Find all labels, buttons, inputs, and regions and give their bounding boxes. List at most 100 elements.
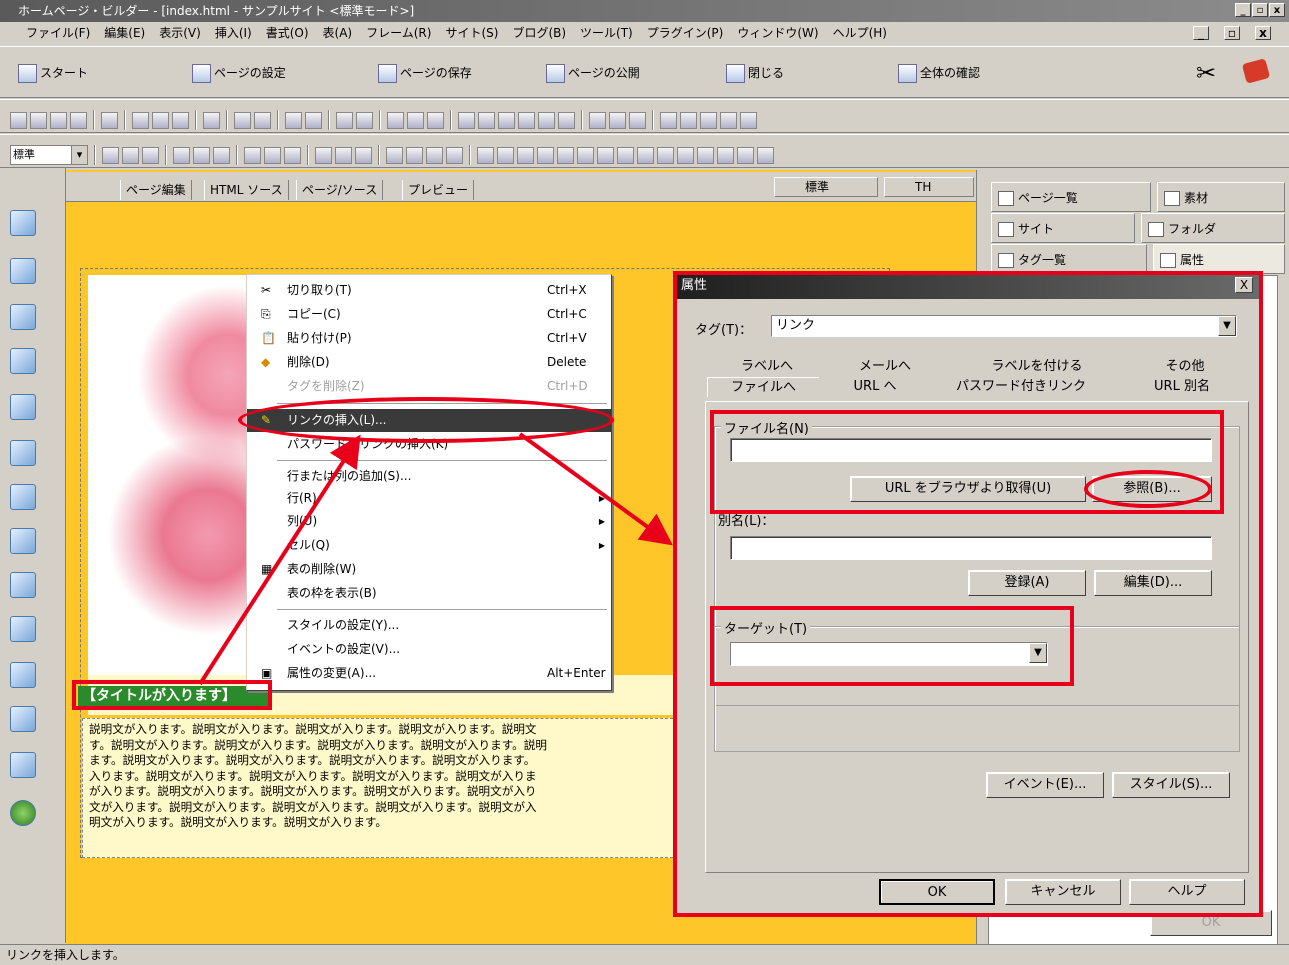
bold-icon[interactable] [315, 146, 332, 164]
tab-page-edit[interactable]: ページ編集 [120, 180, 192, 200]
new-icon[interactable] [10, 111, 27, 129]
outdent-icon[interactable] [264, 146, 281, 164]
menu-item-insert-password-link[interactable]: パスワード付リンクの挿入(K) [247, 433, 611, 456]
tab-other[interactable]: その他 [1125, 357, 1245, 377]
menu-window[interactable]: ウィンドウ(W) [737, 22, 818, 44]
redo-icon[interactable] [254, 111, 271, 129]
list-tool-icon[interactable] [10, 572, 36, 598]
col-delete-icon[interactable] [597, 146, 614, 164]
menu-site[interactable]: サイト(S) [445, 22, 498, 44]
cell-props-icon[interactable] [677, 146, 694, 164]
color-icon[interactable] [589, 111, 606, 129]
tab-to-mail[interactable]: メールへ [825, 357, 945, 377]
tab-to-file[interactable]: ファイルへ [707, 377, 819, 397]
page-settings-button[interactable]: ページの設定 [192, 61, 286, 85]
copy-icon[interactable] [152, 111, 169, 129]
add-icon[interactable] [10, 800, 36, 826]
edit-alias-button[interactable]: 編集(D)... [1094, 570, 1212, 596]
filename-input[interactable] [730, 438, 1212, 462]
cell-color-icon[interactable] [697, 146, 714, 164]
edit-icon[interactable] [458, 111, 475, 129]
tab-page-list[interactable]: ページ一覧 [991, 182, 1151, 212]
menu-item-cut[interactable]: ✂ 切り取り(T) Ctrl+X [247, 279, 611, 302]
indent-icon[interactable] [284, 146, 301, 164]
style-button[interactable]: スタイル(S)... [1112, 772, 1230, 798]
ok-button[interactable]: OK [879, 879, 995, 905]
marker-icon[interactable] [609, 111, 626, 129]
browser-icon[interactable] [356, 111, 373, 129]
tag-select[interactable]: リンク ▼ [771, 315, 1237, 337]
dialog-close-button[interactable]: X [1235, 277, 1253, 293]
menu-item-style[interactable]: スタイルの設定(Y)... [247, 614, 611, 637]
open-icon[interactable] [30, 111, 47, 129]
description-text[interactable]: 説明文が入ります。説明文が入ります。説明文が入ります。説明文が入ります。説明文 … [82, 718, 678, 858]
cell-left-icon[interactable] [637, 146, 654, 164]
font-color-icon[interactable] [426, 146, 443, 164]
frame4-icon[interactable] [720, 111, 737, 129]
cell-border-icon[interactable] [757, 146, 774, 164]
menu-item-copy[interactable]: ⎘ コピー(C) Ctrl+C [247, 303, 611, 326]
form-icon[interactable] [538, 111, 555, 129]
valign-top-icon[interactable] [173, 146, 190, 164]
menu-item-event[interactable]: イベントの設定(V)... [247, 638, 611, 661]
maximize-button[interactable]: ▫ [1252, 3, 1268, 17]
menu-tools[interactable]: ツール(T) [580, 22, 633, 44]
cell-width-icon[interactable] [717, 146, 734, 164]
strike-icon[interactable] [355, 146, 372, 164]
chevron-down-icon[interactable]: ▼ [1218, 316, 1236, 336]
menu-item-delete[interactable]: ◆ 削除(D) Delete [247, 351, 611, 374]
tab-attributes[interactable]: 属性 [1153, 244, 1285, 274]
frame3-icon[interactable] [700, 111, 717, 129]
table-props-icon[interactable] [407, 111, 424, 129]
menu-view[interactable]: 表示(V) [159, 22, 201, 44]
paste-icon[interactable] [172, 111, 189, 129]
preview-icon[interactable] [336, 111, 353, 129]
undo-icon[interactable] [234, 111, 251, 129]
close-button[interactable]: x [1269, 3, 1285, 17]
tab-site[interactable]: サイト [991, 213, 1135, 243]
menu-file[interactable]: ファイル(F) [26, 22, 90, 44]
form-tool-icon[interactable] [10, 484, 36, 510]
tab-password-link[interactable]: パスワード付きリンク [931, 377, 1111, 397]
help-button[interactable]: ヘルプ [1129, 879, 1245, 905]
align-left-icon[interactable] [102, 146, 119, 164]
save-all-icon[interactable] [70, 111, 87, 129]
menu-item-row[interactable]: 行(R) ▶ [247, 487, 611, 510]
menu-format[interactable]: 書式(O) [266, 22, 309, 44]
frame2-icon[interactable] [680, 111, 697, 129]
image-icon[interactable] [478, 111, 495, 129]
browse-button[interactable]: 参照(B)... [1092, 476, 1212, 502]
get-url-from-browser-button[interactable]: URL をブラウザより取得(U) [850, 476, 1086, 502]
table-tool-icon[interactable] [10, 528, 36, 554]
menu-item-attributes[interactable]: ▣ 属性の変更(A)... Alt+Enter [247, 662, 611, 685]
cell-merge-icon[interactable] [537, 146, 554, 164]
gadget-tool-icon[interactable] [10, 752, 36, 778]
menu-item-paste[interactable]: 📋 貼り付け(P) Ctrl+V [247, 327, 611, 350]
menu-plugin[interactable]: プラグイン(P) [647, 22, 724, 44]
menu-edit[interactable]: 編集(E) [104, 22, 145, 44]
hr-icon[interactable] [498, 111, 515, 129]
tab-preview[interactable]: プレビュー [402, 180, 475, 200]
menu-item-show-borders[interactable]: 表の枠を表示(B) [247, 582, 611, 605]
folder-tool-icon[interactable] [10, 706, 36, 732]
cut-icon[interactable] [132, 111, 149, 129]
link-icon[interactable] [285, 111, 302, 129]
tab-tag-list[interactable]: タグ一覧 [991, 244, 1147, 274]
tab-materials[interactable]: 素材 [1157, 182, 1285, 212]
menu-frame[interactable]: フレーム(R) [366, 22, 431, 44]
cell-split-icon[interactable] [557, 146, 574, 164]
mdi-close-button[interactable]: x [1255, 26, 1271, 40]
picture-tool-icon[interactable] [10, 440, 36, 466]
cell-height-icon[interactable] [737, 146, 754, 164]
mdi-restore-button[interactable]: ▫ [1224, 26, 1240, 40]
tag-select[interactable]: TH [884, 177, 974, 197]
tools-icon[interactable]: ✂ [1196, 59, 1216, 87]
link-tool-icon[interactable] [10, 304, 36, 330]
save-icon[interactable] [50, 111, 67, 129]
spellcheck-icon[interactable] [387, 111, 404, 129]
mdi-minimize-button[interactable]: _ [1193, 26, 1209, 40]
minimize-button[interactable]: _ [1235, 3, 1251, 17]
grid-icon[interactable] [427, 111, 444, 129]
tab-to-url[interactable]: URL へ [825, 377, 925, 397]
tab-url-alias[interactable]: URL 別名 [1117, 377, 1247, 397]
